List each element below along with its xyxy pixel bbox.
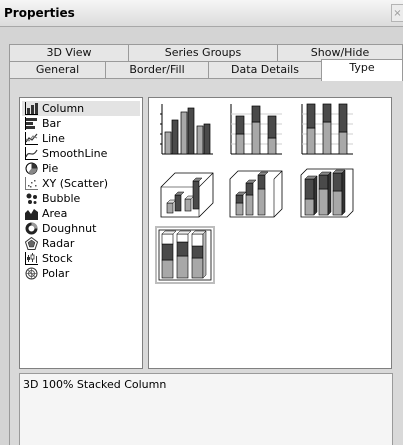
clustered-column-icon [160,104,213,155]
chart-type-item-doughnut[interactable]: Doughnut [22,221,140,236]
tab-border-fill[interactable]: Border/Fill [105,61,209,79]
chart-type-item-polar[interactable]: Polar [22,266,140,281]
chart-type-item-line[interactable]: Line [22,131,140,146]
chart-type-item-bar[interactable]: Bar [22,116,140,131]
3d-clustered-column-icon [160,172,214,218]
area-chart-icon [25,209,38,220]
pie-chart-icon [25,162,38,175]
chart-type-item-pie[interactable]: Pie [22,161,140,176]
chart-type-label: Bubble [42,192,81,205]
tab-type[interactable]: Type [321,59,403,81]
chart-type-item-area[interactable]: Area [22,206,140,221]
chart-type-label: Radar [42,237,75,250]
radar-chart-icon [25,237,38,250]
doughnut-chart-icon [25,222,38,235]
subtype-3d-clustered-column[interactable] [157,163,217,221]
subtype-3d-stacked-column[interactable] [226,163,286,221]
chart-type-item-column[interactable]: Column [22,101,140,116]
line-chart-icon [25,132,38,145]
column-chart-icon [25,102,38,115]
chart-type-label: Stock [42,252,73,265]
scatter-chart-icon [25,177,38,190]
tab-3d-view[interactable]: 3D View [9,44,129,62]
smoothline-chart-icon [25,147,38,160]
3d-stacked-column-icon [229,170,283,218]
tab-series-groups[interactable]: Series Groups [128,44,278,62]
subtype-clustered-column[interactable] [157,100,217,158]
subtype-stacked-column[interactable] [226,100,286,158]
chart-subtype-panel [148,97,392,369]
3d-100-stacked-column-icon [158,229,212,281]
polar-chart-icon [25,267,38,280]
100-stacked-column-icon [301,103,353,155]
chart-type-label: Area [42,207,68,220]
subtype-100-stacked-column[interactable] [297,100,357,158]
chart-type-label: Line [42,132,65,145]
chart-type-item-smoothline[interactable]: SmoothLine [22,146,140,161]
chart-type-item-bubble[interactable]: Bubble [22,191,140,206]
chart-type-label: Polar [42,267,70,280]
chart-type-label: Column [42,102,85,115]
description-text: 3D 100% Stacked Column [23,378,167,391]
chart-type-label: SmoothLine [42,147,108,160]
chart-type-label: Bar [42,117,61,130]
subtype-3d-stacked-column-variant[interactable] [297,163,357,221]
3d-stacked-column-variant-icon [300,168,354,218]
chart-type-item-radar[interactable]: Radar [22,236,140,251]
subtype-description: 3D 100% Stacked Column [19,373,393,445]
window-title: Properties [4,6,75,20]
title-bar: Properties × [0,0,403,27]
chart-type-list[interactable]: Column Bar Line SmoothLine Pie XY (Scatt… [19,97,143,369]
chart-type-label: XY (Scatter) [42,177,109,190]
close-icon[interactable]: × [391,4,403,22]
chart-type-label: Doughnut [42,222,97,235]
bar-chart-icon [25,117,37,130]
stacked-column-icon [230,104,282,155]
bubble-chart-icon [26,193,37,204]
subtype-3d-100-stacked-column[interactable] [155,226,215,284]
tab-data-details[interactable]: Data Details [208,61,322,79]
tab-general[interactable]: General [9,61,106,79]
chart-type-item-stock[interactable]: Stock [22,251,140,266]
chart-type-item-xy-scatter[interactable]: XY (Scatter) [22,176,140,191]
stock-chart-icon [25,252,38,265]
chart-type-label: Pie [42,162,59,175]
